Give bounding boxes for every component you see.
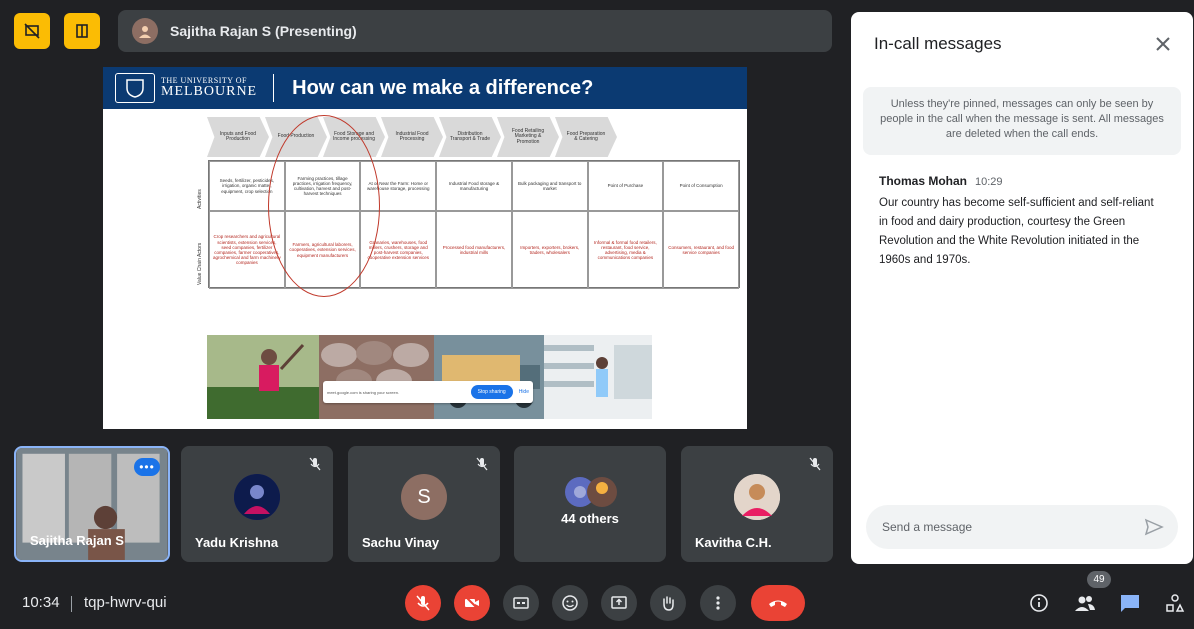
captions-icon [513,597,529,609]
info-icon [1030,594,1048,612]
message-time: 10:29 [975,176,1003,188]
chat-icon [1121,595,1139,612]
camera-toggle-button[interactable] [454,585,490,621]
send-icon[interactable] [1144,517,1164,537]
raise-hand-button[interactable] [650,585,686,621]
value-chain-stages: Inputs and Food Production Food Producti… [207,117,617,157]
leave-call-button[interactable] [751,585,805,621]
university-wordmark: THE UNIVERSITY OF MELBOURNE [161,77,257,99]
participant-avatar: S [401,474,447,520]
participant-name: Yadu Krishna [195,535,279,550]
camera-off-icon [464,595,480,611]
presenter-avatar [132,18,158,44]
participant-tile[interactable]: S Sachu Vinay [348,446,500,562]
grain-sacks-photo [319,335,434,419]
emoji-icon [562,595,578,611]
activity-cell: Point of Consumption [663,161,739,211]
slide-title: How can we make a difference? [292,76,594,99]
actor-cell: Informal & formal food retailers, restau… [587,211,664,289]
mic-off-icon [416,595,430,611]
actor-cell: Processed food manufacturers, industrial… [436,211,512,289]
more-options-icon[interactable]: ••• [134,458,160,476]
present-screen-icon [611,596,627,609]
university-crest-icon [115,73,155,103]
stage: Food Retailing Marketing & Promotion [497,117,559,157]
grouped-avatars-icon [565,477,617,507]
chat-panel-title: In-call messages [874,34,1002,53]
screen-share-bar: meet.google.com is sharing your screen. … [323,381,533,403]
shared-slide: THE UNIVERSITY OF MELBOURNE How can we m… [103,67,747,429]
clock-divider [71,596,72,612]
people-button[interactable] [1070,588,1100,618]
university-line2: MELBOURNE [161,84,258,99]
layout-icon[interactable] [64,13,100,49]
share-notice-text: meet.google.com is sharing your screen. [327,389,400,395]
participant-tile[interactable]: Yadu Krishna [181,446,333,562]
activities-button[interactable] [1160,588,1190,618]
participant-name: Sajitha Rajan S [30,533,124,548]
chat-notice: Unless they're pinned, messages can only… [863,87,1181,155]
slide-photo-strip [207,335,652,419]
people-icon [1075,596,1095,611]
participant-avatar [734,474,780,520]
presenter-name: Sajitha Rajan S (Presenting) [170,23,357,39]
more-options-button[interactable] [700,585,736,621]
stage: Inputs and Food Production [207,117,269,157]
participant-name: Sachu Vinay [362,535,440,550]
activities-icon [1166,594,1185,612]
present-button[interactable] [601,585,637,621]
slide-header: THE UNIVERSITY OF MELBOURNE How can we m… [103,67,747,109]
farmer-photo [207,335,319,419]
slides-hidden-icon[interactable] [14,13,50,49]
message-sender-name: Thomas Mohan [879,174,968,188]
hand-icon [663,596,674,611]
mic-off-icon [309,457,321,471]
stage: Food Preparation & Catering [555,117,617,157]
header-divider [273,74,275,102]
chat-button[interactable] [1115,588,1145,618]
others-count: 44 others [561,511,619,526]
presenter-bar: Sajitha Rajan S (Presenting) [118,10,832,52]
activity-cell: Point of Purchase [587,161,664,211]
activity-cell: Bulk packaging and transport to market [511,161,588,211]
actor-cell: Consumers, restaurant, and food service … [663,211,739,289]
message-sender: Thomas Mohan 10:29 [879,174,1003,188]
row-label-actors: Value Chain Actors [197,242,203,285]
more-vert-icon [716,596,720,610]
truck-photo [434,335,544,419]
message-text: Our country has become self-sufficient a… [879,197,1154,266]
stage: Distribution Transport & Trade [439,117,501,157]
meeting-code: tqp-hwrv-qui [84,594,167,611]
supermarket-photo [544,335,652,419]
hide-share-bar-link[interactable]: Hide [519,389,529,395]
reactions-button[interactable] [552,585,588,621]
others-tile[interactable]: 44 others [514,446,666,562]
close-icon[interactable] [1151,32,1175,56]
participant-avatar [234,474,280,520]
stop-sharing-button[interactable]: Stop sharing [470,385,513,399]
mic-toggle-button[interactable] [405,585,441,621]
participant-count-badge: 49 [1087,571,1111,588]
actor-cell: Importers, exporters, brokers, traders, … [511,211,588,289]
stage: Industrial Food Processing [381,117,443,157]
annotation-circle [268,115,380,297]
activity-cell: Industrial Food storage & manufacturing [436,161,512,211]
row-label-activities: Activities [197,189,203,209]
message-input[interactable] [866,505,1178,549]
mic-off-icon [476,457,488,471]
chat-panel: In-call messages Unless they're pinned, … [851,12,1193,564]
meeting-details-button[interactable] [1024,588,1054,618]
captions-button[interactable] [503,585,539,621]
meeting-clock: 10:34 [22,594,60,611]
hang-up-icon [769,600,787,607]
participant-name: Kavitha C.H. [695,535,772,550]
participant-tile-self[interactable]: ••• Sajitha Rajan S [14,446,170,562]
participant-tile[interactable]: Kavitha C.H. [681,446,833,562]
mic-off-icon [809,457,821,471]
